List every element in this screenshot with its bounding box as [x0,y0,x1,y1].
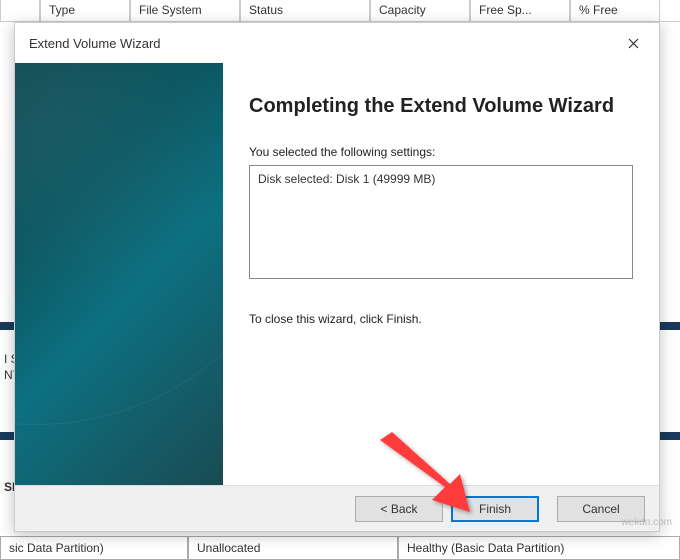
settings-label: You selected the following settings: [249,145,633,159]
close-icon [628,38,639,49]
col-filesystem[interactable]: File System [130,0,240,21]
dialog-title: Extend Volume Wizard [29,36,161,51]
titlebar: Extend Volume Wizard [15,23,659,63]
bg-footer-row: sic Data Partition) Unallocated Healthy … [0,536,680,560]
close-instruction: To close this wizard, click Finish. [249,312,633,326]
col-status[interactable]: Status [240,0,370,21]
bg-column-headers: Type File System Status Capacity Free Sp… [0,0,680,22]
bg-partition-cell: Healthy (Basic Data Partition) [398,536,680,560]
wizard-heading: Completing the Extend Volume Wizard [249,93,633,119]
dialog-content: Completing the Extend Volume Wizard You … [15,63,659,491]
col-capacity[interactable]: Capacity [370,0,470,21]
finish-button[interactable]: Finish [451,496,539,522]
watermark: wekdn.com [621,517,672,528]
col-freespace[interactable]: Free Sp... [470,0,570,21]
wizard-side-graphic [15,63,223,491]
col-type[interactable]: Type [40,0,130,21]
bg-partition-cell: sic Data Partition) [0,536,188,560]
settings-summary-box[interactable] [249,165,633,279]
back-button[interactable]: < Back [355,496,443,522]
extend-volume-wizard-dialog: Extend Volume Wizard Completing the Exte… [14,22,660,532]
close-button[interactable] [617,31,649,55]
bg-partition-cell: Unallocated [188,536,398,560]
col-pctfree[interactable]: % Free [570,0,660,21]
button-bar: < Back Finish Cancel [15,485,659,531]
wizard-main-panel: Completing the Extend Volume Wizard You … [223,63,659,491]
